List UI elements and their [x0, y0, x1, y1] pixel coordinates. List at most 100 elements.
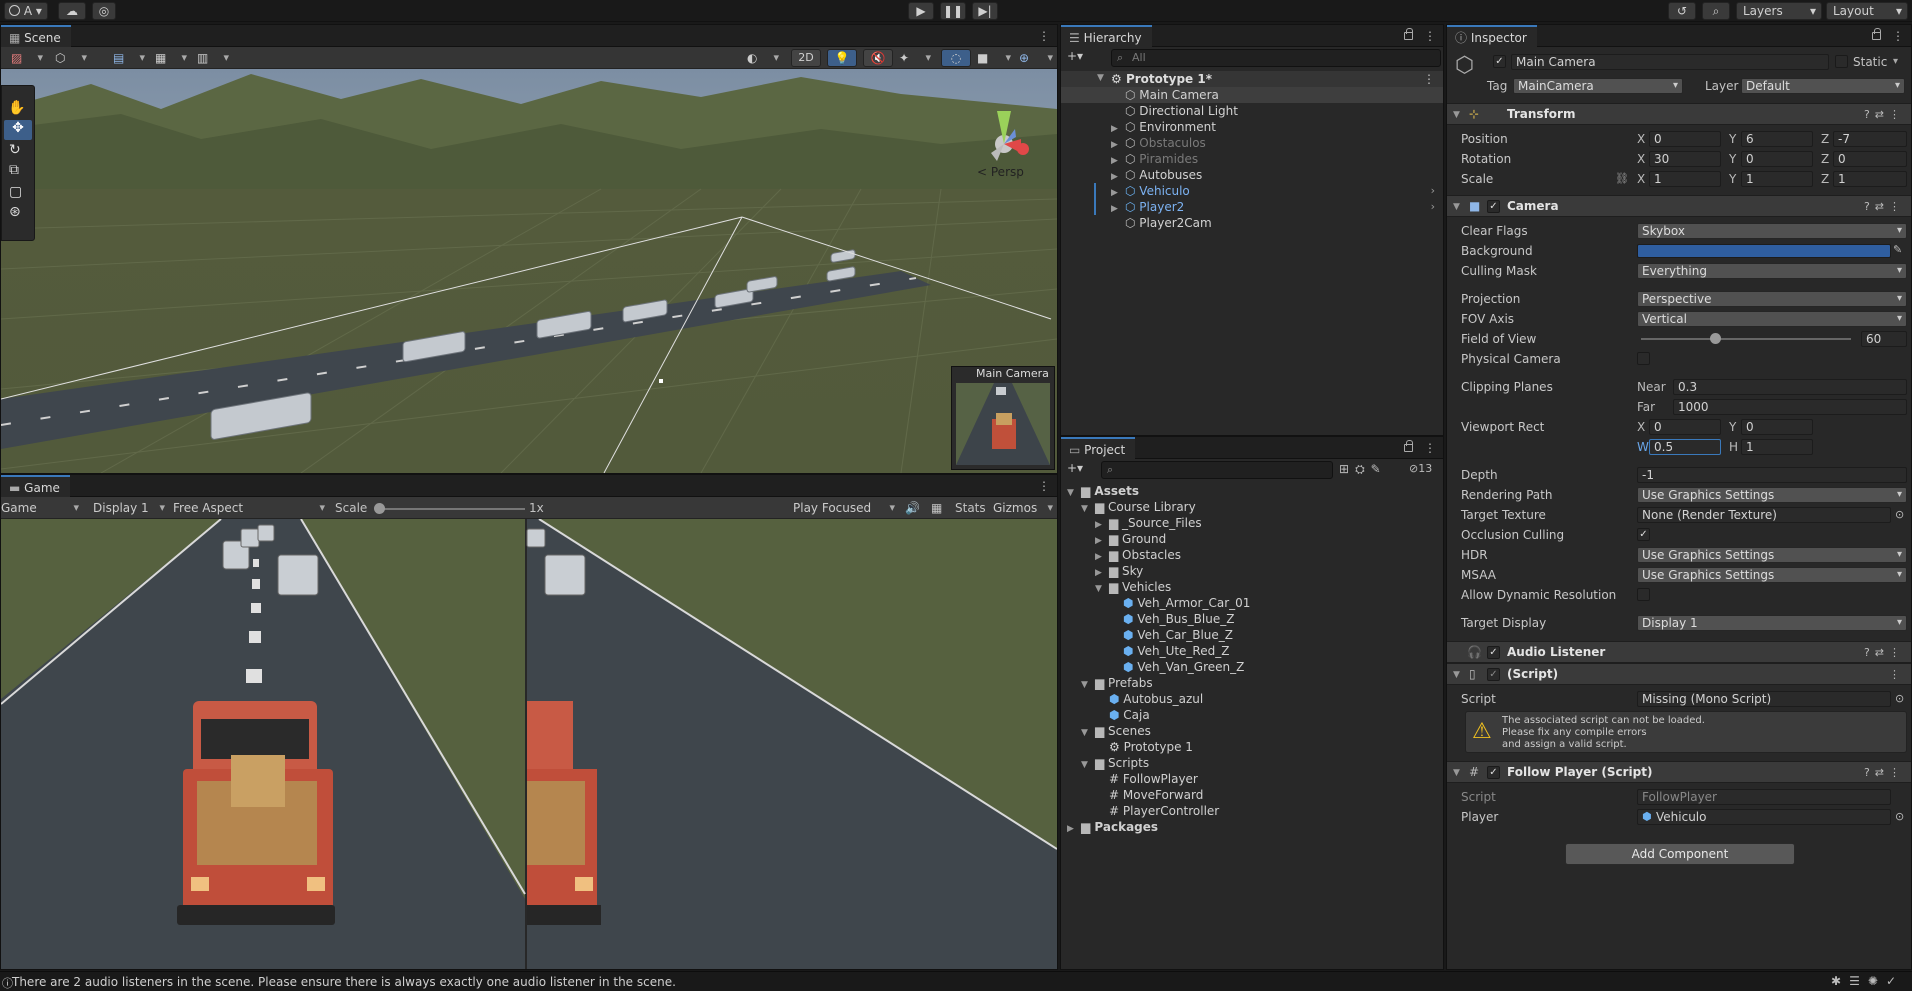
context-menu-icon[interactable]: ⋮	[1889, 200, 1905, 213]
hierarchy-item[interactable]: ⬡ Main Camera	[1061, 87, 1443, 103]
hierarchy-item[interactable]: ▶ › ⬡ Player2	[1061, 199, 1443, 215]
persp-label[interactable]: < Persp	[977, 165, 1024, 179]
visibility-toggle[interactable]: ◌	[941, 49, 971, 67]
stats-button[interactable]: Stats	[955, 499, 986, 517]
project-item[interactable]: ⬢ Veh_Bus_Blue_Z	[1061, 611, 1443, 627]
play-focused-dropdown[interactable]: Play Focused	[793, 499, 897, 517]
collapse-arrow-icon[interactable]: ▼	[1453, 768, 1460, 778]
lighting-toggle[interactable]: 💡	[827, 49, 857, 67]
rotation-x-field[interactable]: 30	[1649, 151, 1721, 167]
follow-player-checkbox[interactable]: ✓	[1487, 766, 1500, 779]
project-item[interactable]: ⬢ Veh_Van_Green_Z	[1061, 659, 1443, 675]
filter-type-icon[interactable]: ⊞	[1339, 462, 1355, 476]
grid-snap-dropdown[interactable]: ▤	[113, 49, 147, 67]
inspector-menu-icon[interactable]: ⋮	[1892, 29, 1904, 43]
project-item[interactable]: ▶ ▆ Ground	[1061, 531, 1443, 547]
scale-x-field[interactable]: 1	[1649, 171, 1721, 187]
lock-icon[interactable]	[1872, 28, 1881, 40]
hierarchy-item[interactable]: ▶ ⬡ Environment	[1061, 119, 1443, 135]
physical-camera-checkbox[interactable]	[1637, 352, 1650, 365]
project-item[interactable]: # PlayerController	[1061, 803, 1443, 819]
projection-dropdown[interactable]: Perspective	[1637, 291, 1907, 307]
layout-dropdown[interactable]: Layout ▾	[1826, 2, 1908, 20]
transform-tool-icon[interactable]: ⊛	[9, 204, 21, 220]
hierarchy-item[interactable]: ⬡ Player2Cam	[1061, 215, 1443, 231]
add-icon[interactable]: +▾	[1067, 49, 1083, 63]
eyedropper-icon[interactable]: ✎	[1893, 243, 1902, 256]
cloud-button[interactable]: ☁	[58, 2, 86, 20]
project-item[interactable]: # MoveForward	[1061, 787, 1443, 803]
hdr-dropdown[interactable]: Use Graphics Settings	[1637, 547, 1907, 563]
scene-root-row[interactable]: ▼ ⚙ Prototype 1* ⋮	[1061, 71, 1443, 87]
effects-dropdown[interactable]: ✦	[899, 49, 933, 67]
viewport-h-field[interactable]: 1	[1741, 439, 1813, 455]
tab-game[interactable]: ▬ Game	[1, 475, 70, 497]
status-message[interactable]: There are 2 audio listeners in the scene…	[12, 974, 676, 990]
tab-inspector[interactable]: ⓘ Inspector	[1447, 25, 1537, 47]
hierarchy-item[interactable]: ▶ ⬡ Obstaculos	[1061, 135, 1443, 151]
preset-icon[interactable]: ⇄	[1875, 108, 1889, 121]
gizmos-dropdown[interactable]: ⊕	[1019, 49, 1055, 67]
transform-header[interactable]: ▼ ⊹ Transform ?⇄⋮	[1447, 103, 1911, 125]
scale-y-field[interactable]: 1	[1741, 171, 1813, 187]
ruler-dropdown[interactable]: ▥	[197, 49, 231, 67]
culling-mask-dropdown[interactable]: Everything	[1637, 263, 1907, 279]
collapse-arrow-icon[interactable]: ▼	[1453, 110, 1460, 120]
position-z-field[interactable]: -7	[1833, 131, 1907, 147]
context-menu-icon[interactable]: ⋮	[1889, 766, 1905, 779]
collapse-arrow-icon[interactable]: ▼	[1453, 202, 1460, 212]
dynamic-resolution-checkbox[interactable]	[1637, 588, 1650, 601]
chevron-right-icon[interactable]: ›	[1431, 199, 1435, 215]
status-icons[interactable]: ✱☰✺✓	[1831, 974, 1904, 988]
project-item[interactable]: ⬢ Caja	[1061, 707, 1443, 723]
draw-mode-dropdown[interactable]: ▨	[11, 49, 45, 67]
target-texture-field[interactable]: None (Render Texture)	[1637, 507, 1891, 523]
tab-hierarchy[interactable]: ☰ Hierarchy	[1061, 25, 1152, 47]
add-component-button[interactable]: Add Component	[1565, 843, 1795, 865]
position-y-field[interactable]: 6	[1741, 131, 1813, 147]
collab-button[interactable]: ◎	[92, 2, 116, 20]
rotate-tool-icon[interactable]: ↻	[9, 142, 21, 158]
missing-script-checkbox[interactable]: ✓	[1487, 668, 1500, 681]
layers-icon[interactable]: ☰	[1849, 974, 1868, 988]
camera-dropdown[interactable]: ■	[977, 49, 1013, 67]
background-color-field[interactable]	[1637, 244, 1891, 258]
account-button[interactable]: A ▾	[4, 2, 48, 20]
project-menu-icon[interactable]: ⋮	[1424, 441, 1436, 455]
depth-field[interactable]: -1	[1637, 467, 1907, 483]
game-view[interactable]	[1, 519, 1057, 969]
play-button[interactable]: ▶	[908, 2, 934, 20]
project-item[interactable]: ▶ ▆ Packages	[1061, 819, 1443, 835]
project-item[interactable]: ⚙ Prototype 1	[1061, 739, 1443, 755]
static-dropdown-icon[interactable]: ▾	[1893, 54, 1898, 70]
fov-slider-thumb[interactable]	[1709, 333, 1721, 344]
scene-viewport[interactable]	[1, 69, 1057, 473]
viewport-w-field[interactable]: 0.5	[1649, 439, 1721, 455]
game-gizmos-dropdown[interactable]: Gizmos	[993, 499, 1055, 517]
component-header-icons[interactable]: ?⇄⋮	[1864, 646, 1905, 659]
camera-enabled-checkbox[interactable]: ✓	[1487, 200, 1500, 213]
step-button[interactable]: ▶|	[972, 2, 998, 20]
static-checkbox[interactable]	[1835, 55, 1848, 68]
occlusion-culling-checkbox[interactable]: ✓	[1637, 528, 1650, 541]
project-item[interactable]: ⬢ Autobus_azul	[1061, 691, 1443, 707]
game-view-dropdown[interactable]: Game	[1, 499, 81, 517]
project-item[interactable]: ▼ ▆ Scenes	[1061, 723, 1443, 739]
project-item[interactable]: ▶ ▆ Obstacles	[1061, 547, 1443, 563]
audio-listener-header[interactable]: 🎧 ✓ Audio Listener ?⇄⋮	[1447, 641, 1911, 663]
missing-script-field[interactable]: Missing (Mono Script)	[1637, 691, 1891, 707]
scale-tool-icon[interactable]: ⧉	[9, 162, 19, 178]
context-menu-icon[interactable]: ⋮	[1889, 108, 1905, 121]
project-item[interactable]: ⬢ Veh_Car_Blue_Z	[1061, 627, 1443, 643]
msaa-dropdown[interactable]: Use Graphics Settings	[1637, 567, 1907, 583]
preset-icon[interactable]: ⇄	[1875, 766, 1889, 779]
shading-dropdown[interactable]: ⬡	[55, 49, 89, 67]
favorite-icon[interactable]: ✎	[1371, 462, 1387, 476]
component-header-icons[interactable]: ?⇄⋮	[1864, 108, 1905, 121]
object-picker-icon[interactable]: ⊙	[1895, 507, 1904, 523]
audio-listener-checkbox[interactable]: ✓	[1487, 646, 1500, 659]
fov-axis-dropdown[interactable]: Vertical	[1637, 311, 1907, 327]
hierarchy-item[interactable]: ▶ ⬡ Piramides	[1061, 151, 1443, 167]
follow-player-header[interactable]: ▼ # ✓ Follow Player (Script) ?⇄⋮	[1447, 761, 1911, 783]
game-menu-icon[interactable]: ⋮	[1038, 479, 1050, 493]
